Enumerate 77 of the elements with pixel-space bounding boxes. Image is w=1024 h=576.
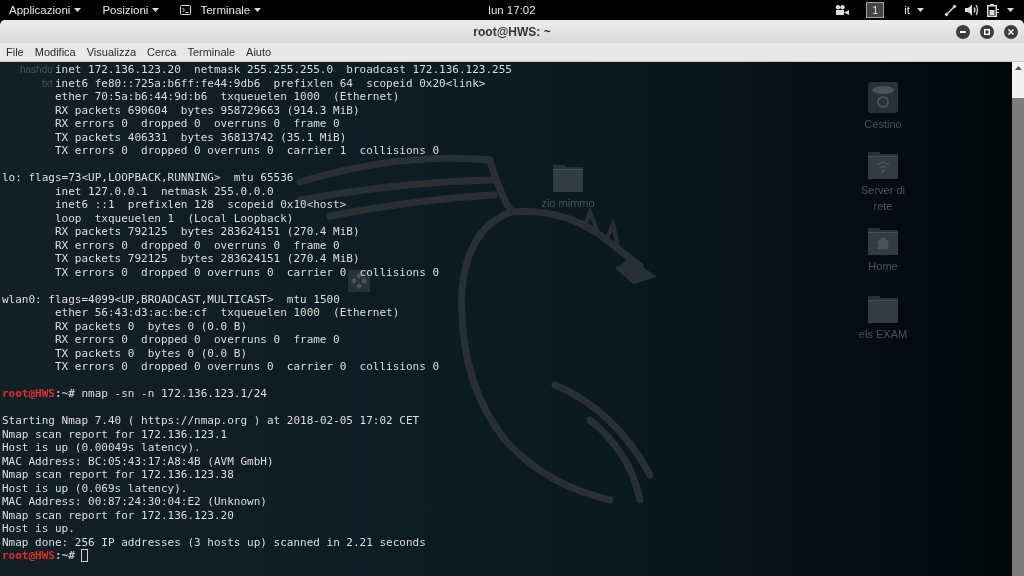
video-camera-icon (835, 5, 850, 15)
terminal-line: MAC Address: 00:87:24:30:04:E2 (Unknown) (2, 495, 267, 509)
window-title: root@HWS: ~ (473, 24, 551, 39)
menu-item[interactable]: Modifica (29, 43, 82, 61)
caret-icon (1007, 8, 1014, 12)
terminal-icon (180, 5, 192, 15)
caret-icon (152, 8, 160, 12)
maximize-icon (984, 28, 990, 35)
keyboard-layout-button[interactable]: it (904, 1, 924, 19)
caret-icon (74, 8, 82, 12)
cable-icon (944, 3, 957, 17)
workspace-button[interactable]: 1 (866, 2, 885, 18)
minimize-button[interactable] (956, 24, 970, 39)
menu-item[interactable]: Aiuto (240, 43, 277, 61)
terminal-line: inet6 fe80::725a:b6ff:fe44:9db6 prefixlen 64 scopeid 0x20<link> (54, 76, 486, 90)
command-text: nmap -sn -n 172.136.123.1/24 (81, 387, 267, 401)
terminal-line: TX errors 0 dropped 0 overruns 0 carrier 1 collisions 0 (54, 144, 440, 158)
folder-icon (868, 296, 898, 323)
folder-icon (553, 165, 583, 192)
terminal-line: MAC Address: BC:05:43:17:A8:4B (AVM GmbH) (2, 454, 274, 468)
terminal-line: ether 70:5a:b6:44:9d:b6 txqueuelen 1000 (Ethernet) (54, 90, 400, 104)
menu-item[interactable]: Terminale (181, 43, 241, 61)
desktop-icon-label: els EXAM (857, 327, 909, 342)
terminal-line: TX errors 0 dropped 0 overruns 0 carrier 0 collisions 0 (54, 265, 440, 279)
terminal-line: inet 127.0.0.1 netmask 255.0.0.0 (54, 184, 274, 198)
caret-icon (254, 8, 262, 12)
top-bar-menu[interactable]: Applicazioni (9, 1, 82, 19)
caret-icon (917, 8, 924, 12)
terminal-line: RX errors 0 dropped 0 overruns 0 frame 0 (54, 238, 340, 252)
minimize-icon (960, 30, 966, 33)
terminal-line: loop txqueuelen 1 (Local Loopback) (54, 211, 294, 225)
menu-item[interactable]: Visualizza (81, 43, 142, 61)
prompt-path: :~# (55, 387, 75, 401)
terminal-line: Host is up (0.00049s latency). (2, 441, 201, 455)
terminal-line: TX packets 406331 bytes 36813742 (35.1 MiB) (54, 130, 347, 144)
close-button[interactable] (1004, 24, 1018, 39)
wifi-folder-icon (868, 152, 898, 179)
terminal-line: inet 172.136.123.20 netmask 255.255.255.0 broadcast 172.136.123.255 (54, 63, 512, 77)
terminal-line: Nmap scan report for 172.136.123.1 (2, 427, 228, 441)
up-arrow-icon (1014, 66, 1022, 70)
terminal-line: TX errors 0 dropped 0 overruns 0 carrier 0 collisions 0 (54, 360, 440, 374)
terminal-line: RX packets 792125 bytes 283624151 (270.4 MiB) (54, 225, 360, 239)
menu-item[interactable]: Cerca (141, 43, 182, 61)
system-menu-button[interactable] (944, 1, 1014, 19)
menu-item[interactable]: File (0, 43, 30, 61)
terminal-line: RX errors 0 dropped 0 overruns 0 frame 0 (54, 333, 340, 347)
terminal-line: inet6 ::1 prefixlen 128 scopeid 0x10<host> (54, 198, 347, 212)
terminal-line: lo: flags=73<UP,LOOPBACK,RUNNING> mtu 65536 (2, 171, 294, 185)
desktop-icon-label: Cestino (863, 117, 903, 132)
top-bar-menu[interactable]: Posizioni (102, 1, 160, 19)
terminal-line: TX packets 792125 bytes 283624151 (270.4 MiB) (54, 252, 360, 266)
maximize-button[interactable] (980, 24, 994, 39)
terminal-line: wlan0: flags=4099<UP,BROADCAST,MULTICAST> mtu 1500 (2, 292, 340, 306)
terminal-line: Host is up. (2, 522, 75, 536)
prompt-path: :~# (55, 549, 75, 563)
terminal-line: RX packets 690604 bytes 958729663 (914.3 MiB) (54, 103, 360, 117)
terminal-line: Host is up (0.069s latency). (2, 481, 188, 495)
terminal-line: Nmap scan report for 172.136.123.20 (2, 508, 234, 522)
terminal-line: RX errors 0 dropped 0 overruns 0 frame 0 (54, 117, 340, 131)
battery-icon (987, 3, 999, 17)
terminal-line: TX packets 0 bytes 0 (0.0 B) (54, 346, 248, 360)
prompt-user-host: root@HWS (2, 387, 55, 401)
desktop-icon-label: Home (867, 259, 899, 274)
top-bar-menu[interactable]: Terminale (180, 1, 262, 19)
terminal-line: Nmap scan report for 172.136.123.38 (2, 468, 234, 482)
close-icon (1008, 28, 1014, 35)
terminal-line: RX packets 0 bytes 0 (0.0 B) (54, 319, 248, 333)
clock-button[interactable]: lun 17:02 (486, 1, 538, 19)
trash-icon (868, 82, 898, 113)
terminal-line: Starting Nmap 7.40 ( https://nmap.org ) at 2018-02-05 17:02 CET (2, 414, 420, 428)
desktop-icon-label: zio mimmo (540, 196, 596, 211)
home-folder-icon (868, 228, 898, 255)
terminal-line: ether 56:43:d3:ac:be:cf txqueuelen 1000 (Ethernet) (54, 306, 400, 320)
prompt-user-host: root@HWS (2, 549, 55, 563)
volume-icon (965, 4, 979, 16)
terminal-line: Nmap done: 256 IP addresses (3 hosts up) scanned in 2.21 seconds (2, 535, 426, 549)
desktop-icon-label: Server di rete (860, 183, 906, 214)
